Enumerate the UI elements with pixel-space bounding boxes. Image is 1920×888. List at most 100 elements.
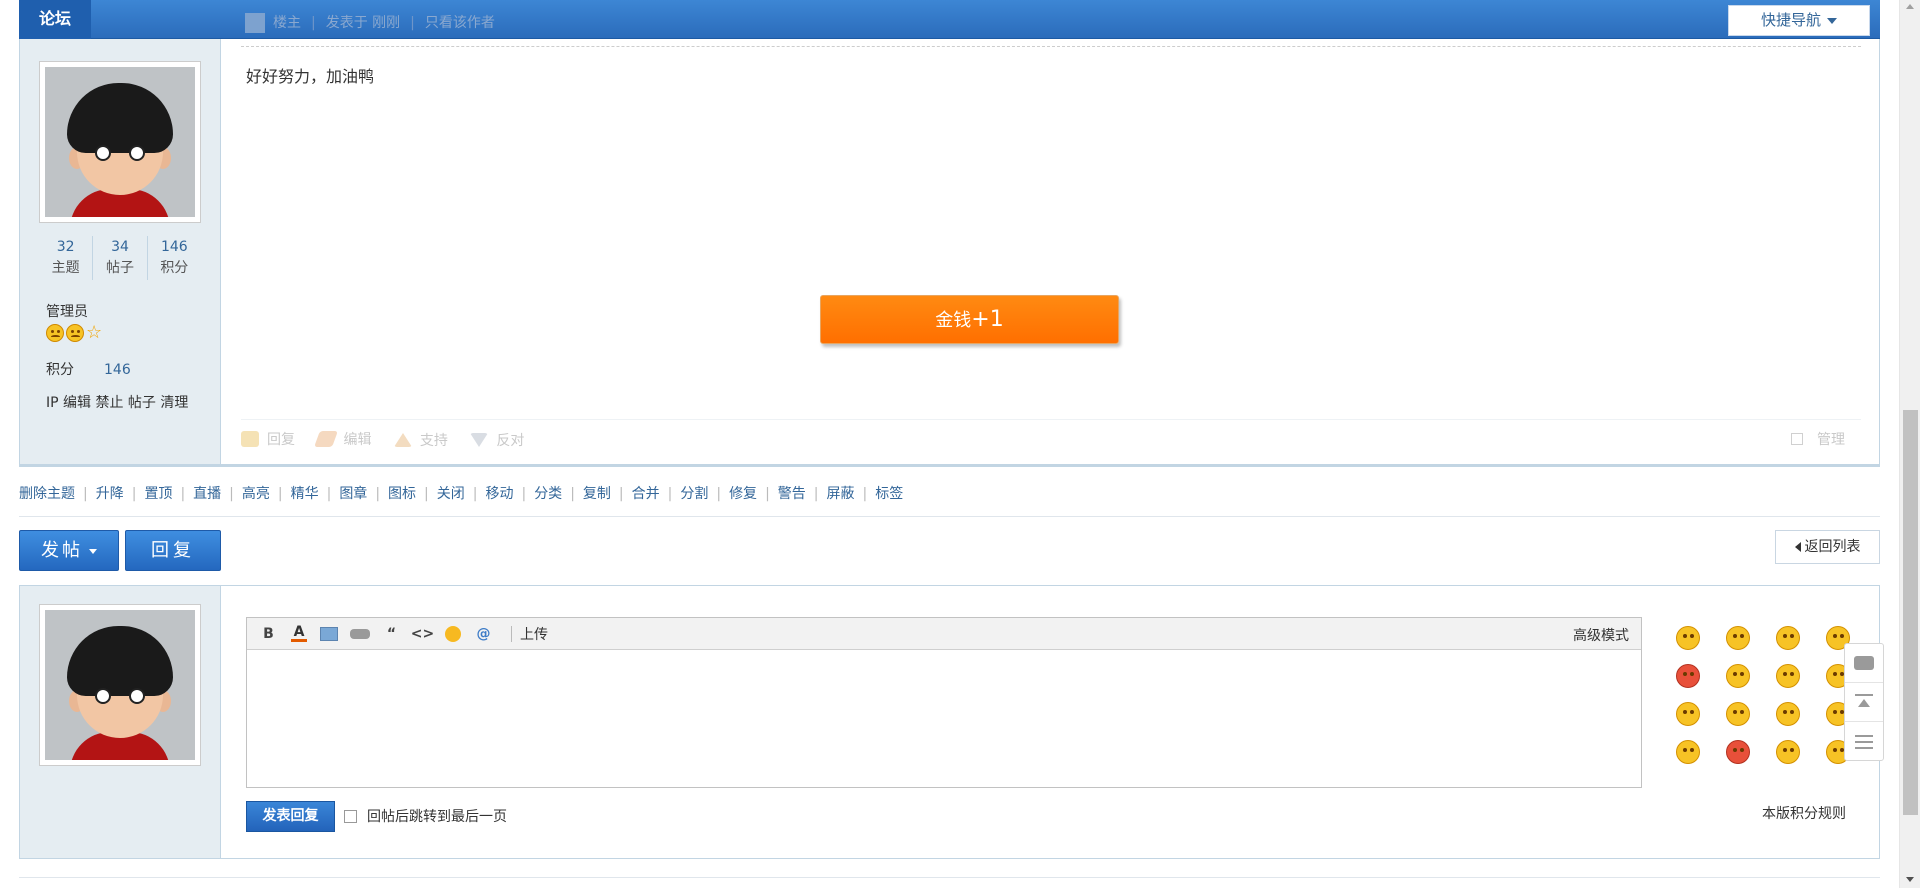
back-label: 返回列表 xyxy=(1804,539,1861,555)
back-to-top-button[interactable] xyxy=(1845,683,1883,722)
oppose-action[interactable]: 反对 xyxy=(470,430,524,450)
mod-action-link[interactable]: 图章 xyxy=(339,486,367,502)
mod-action-link[interactable]: 复制 xyxy=(583,486,611,502)
link-icon[interactable] xyxy=(350,628,370,639)
separator: | xyxy=(83,486,88,502)
quote-icon[interactable]: “ xyxy=(376,626,407,642)
avatar-image xyxy=(45,610,195,760)
reply-editor: B A “ <> @ 上传 高级模式 xyxy=(246,617,1642,788)
mod-action-link[interactable]: 分割 xyxy=(680,486,708,502)
support-action[interactable]: 支持 xyxy=(393,430,448,450)
smiley-cell[interactable] xyxy=(1676,702,1726,740)
page-scrollbar[interactable] xyxy=(1899,0,1920,888)
advanced-mode-link[interactable]: 高级模式 xyxy=(1573,625,1629,645)
only-author-link[interactable]: 只看该作者 xyxy=(425,15,495,31)
submit-reply-button[interactable]: 发表回复 xyxy=(246,801,335,832)
mod-action-link[interactable]: 高亮 xyxy=(242,486,270,502)
post-message: 好好努力，加油鸭 xyxy=(246,67,375,86)
code-icon[interactable]: <> xyxy=(407,626,438,642)
reply-action[interactable]: 回复 xyxy=(241,429,295,449)
smiley-cell[interactable] xyxy=(1776,702,1826,740)
admin-user-links[interactable]: IP 编辑 禁止 帖子 清理 xyxy=(46,392,188,412)
manage-checkbox[interactable]: 管理 xyxy=(1791,429,1845,449)
avatar[interactable] xyxy=(39,61,201,223)
reply-icon xyxy=(241,431,259,447)
separator: | xyxy=(277,486,283,502)
angry-smiley-icon xyxy=(1726,740,1750,764)
emoji-icon[interactable] xyxy=(445,625,461,642)
thumb-down-icon xyxy=(470,433,489,447)
smiley-icon xyxy=(1776,740,1800,764)
smiley-cell[interactable] xyxy=(1726,664,1776,702)
scrollbar-thumb[interactable] xyxy=(1903,410,1918,815)
quick-nav-label: 快捷导航 xyxy=(1760,11,1821,29)
stat-number: 146 xyxy=(160,239,188,255)
manage-label: 管理 xyxy=(1817,432,1845,448)
bold-icon[interactable]: B xyxy=(253,626,284,642)
return-list-float-button[interactable] xyxy=(1845,722,1883,761)
level-badges: ☆ xyxy=(46,324,104,342)
quick-reply-float-button[interactable] xyxy=(1845,644,1883,683)
smiley-cell[interactable] xyxy=(1726,626,1776,664)
user-role[interactable]: 管理员 xyxy=(46,301,88,321)
credit-toast: 金钱+1 xyxy=(820,295,1119,344)
post-content: 好好努力，加油鸭 金钱+1 回复 编辑 支持 反对 管理 xyxy=(241,39,1861,464)
mod-action-link[interactable]: 合并 xyxy=(632,486,660,502)
upload-button[interactable]: 上传 xyxy=(520,624,548,644)
toast-label: 金钱 xyxy=(935,310,972,331)
separator: | xyxy=(180,486,186,502)
new-post-button[interactable]: 发帖 xyxy=(19,530,119,571)
mod-action-link[interactable]: 屏蔽 xyxy=(827,486,855,502)
image-icon[interactable] xyxy=(320,626,338,641)
mod-action-link[interactable]: 关闭 xyxy=(437,486,465,502)
smiley-cell[interactable] xyxy=(1726,740,1776,778)
mod-action-link[interactable]: 移动 xyxy=(485,486,513,502)
smiley-icon xyxy=(1676,702,1700,726)
separator: | xyxy=(716,486,722,502)
mention-icon[interactable]: @ xyxy=(468,626,499,642)
mod-action-link[interactable]: 分类 xyxy=(534,486,562,502)
quick-nav-button[interactable]: 快捷导航 xyxy=(1728,5,1870,36)
edit-action[interactable]: 编辑 xyxy=(314,429,371,449)
reply-button[interactable]: 回复 xyxy=(125,530,221,571)
author-sidebar: 32 主题 34 帖子 146 积分 管理员 ☆ 积分 146 IP 编辑 禁止 帖子 … xyxy=(20,39,221,464)
stat-posts[interactable]: 34 帖子 xyxy=(92,236,146,280)
smiley-cell[interactable] xyxy=(1776,626,1826,664)
forum-tab[interactable]: 论坛 xyxy=(19,0,92,39)
separator: | xyxy=(570,486,575,502)
separator: | xyxy=(326,486,332,502)
score-label: 积分 xyxy=(46,362,74,378)
mod-action-link[interactable]: 升降 xyxy=(96,486,124,502)
mod-action-link[interactable]: 精华 xyxy=(291,486,319,502)
smiley-cell[interactable] xyxy=(1776,740,1826,778)
smiley-icon xyxy=(1776,702,1800,726)
mod-action-link[interactable]: 置顶 xyxy=(144,486,172,502)
back-to-list-button[interactable]: 返回列表 xyxy=(1775,530,1880,564)
stat-credits[interactable]: 146 积分 xyxy=(146,236,201,280)
smiley-cell[interactable] xyxy=(1676,626,1726,664)
smiley-cell[interactable] xyxy=(1676,664,1726,702)
smiley-badge-icon xyxy=(66,324,84,342)
smiley-cell[interactable] xyxy=(1726,702,1776,740)
mod-action-link[interactable]: 标签 xyxy=(875,486,903,502)
reply-textarea[interactable] xyxy=(247,650,1641,787)
scroll-up-icon[interactable] xyxy=(1906,4,1914,9)
smiley-cell[interactable] xyxy=(1676,740,1726,778)
mod-action-link[interactable]: 删除主题 xyxy=(19,486,75,502)
mod-action-link[interactable]: 图标 xyxy=(388,486,416,502)
mod-action-link[interactable]: 直播 xyxy=(193,486,221,502)
score-value[interactable]: 146 xyxy=(104,362,131,378)
jump-last-page-option[interactable]: 回帖后跳转到最后一页 xyxy=(344,806,507,826)
credit-rules-link[interactable]: 本版积分规则 xyxy=(1762,803,1846,823)
reply-author-sidebar xyxy=(20,586,221,858)
smiley-icon xyxy=(1726,664,1750,688)
scroll-down-icon[interactable] xyxy=(1906,877,1914,882)
avatar[interactable] xyxy=(39,604,201,766)
mod-action-link[interactable]: 修复 xyxy=(729,486,757,502)
checkbox[interactable] xyxy=(344,809,357,823)
smiley-cell[interactable] xyxy=(1776,664,1826,702)
stat-threads[interactable]: 32 主题 xyxy=(39,236,92,280)
checkbox[interactable] xyxy=(1791,433,1803,445)
mod-action-link[interactable]: 警告 xyxy=(778,486,806,502)
font-color-icon[interactable]: A xyxy=(291,625,307,642)
